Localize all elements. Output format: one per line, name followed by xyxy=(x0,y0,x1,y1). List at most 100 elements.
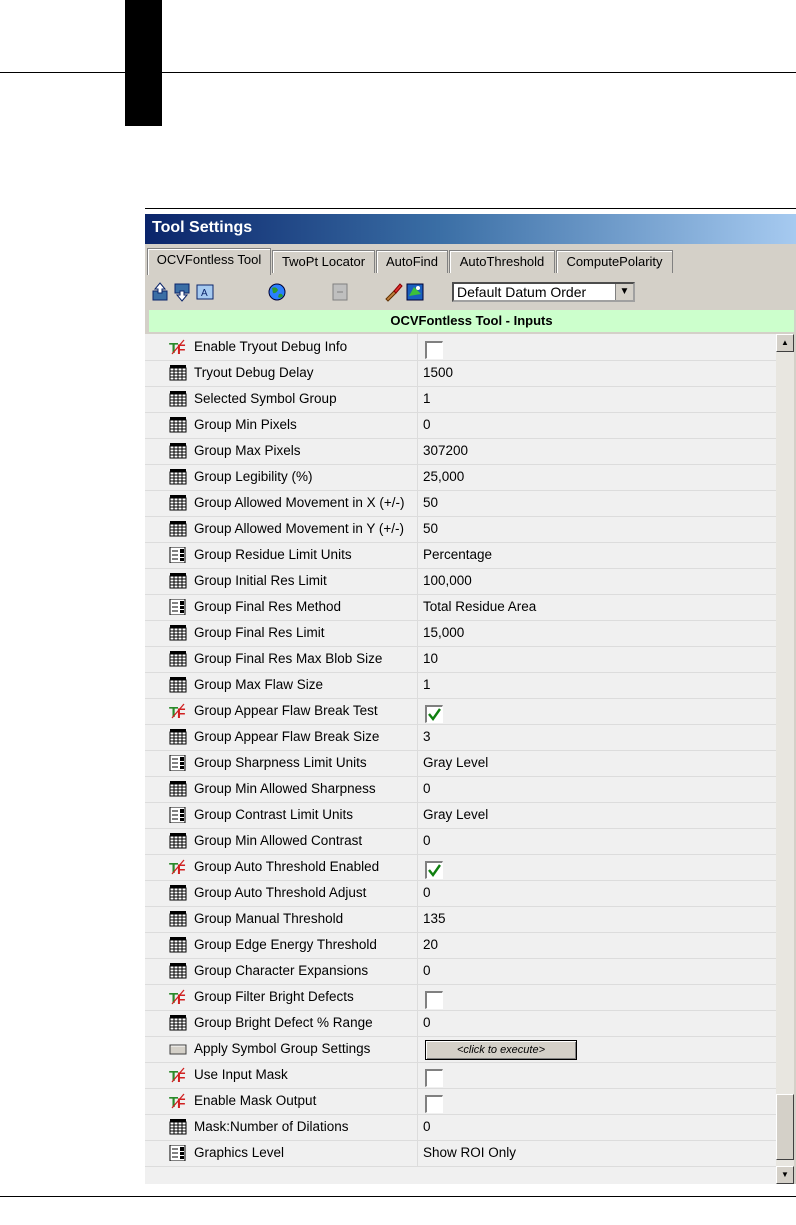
property-row[interactable]: T F Enable Mask Output xyxy=(145,1088,776,1115)
value-cell[interactable] xyxy=(418,672,776,699)
property-row[interactable]: Group Min Allowed Sharpness 0 xyxy=(145,776,776,803)
property-row[interactable]: Group Initial Res Limit 100,000 xyxy=(145,568,776,595)
property-row[interactable]: T F Enable Tryout Debug Info xyxy=(145,334,776,361)
tab-twopt-locator[interactable]: TwoPt Locator xyxy=(272,250,375,273)
move-down-button[interactable] xyxy=(173,282,193,302)
property-row[interactable]: Group Residue Limit Units Percentage xyxy=(145,542,776,569)
property-value[interactable]: Gray Level xyxy=(423,755,488,770)
property-row[interactable]: T F Group Filter Bright Defects xyxy=(145,984,776,1011)
property-value[interactable]: Gray Level xyxy=(423,807,488,822)
property-value[interactable]: 1500 xyxy=(423,365,453,380)
property-row[interactable]: Group Legibility (%) 25,000 xyxy=(145,464,776,491)
property-row[interactable]: Graphics Level Show ROI Only xyxy=(145,1140,776,1167)
value-cell[interactable] xyxy=(418,932,776,959)
property-value[interactable]: 50 xyxy=(423,495,438,510)
property-checkbox[interactable] xyxy=(425,1069,443,1087)
property-row[interactable]: Group Sharpness Limit Units Gray Level xyxy=(145,750,776,777)
property-value[interactable]: 307200 xyxy=(423,443,468,458)
property-row[interactable]: Group Allowed Movement in X (+/-) 50 xyxy=(145,490,776,517)
text-format-button[interactable]: A xyxy=(195,282,215,302)
value-cell[interactable] xyxy=(418,854,776,881)
color-fill-button[interactable] xyxy=(405,282,425,302)
property-value[interactable]: Show ROI Only xyxy=(423,1145,516,1160)
value-cell[interactable] xyxy=(418,1088,776,1115)
property-value[interactable]: Percentage xyxy=(423,547,492,562)
property-row[interactable]: Mask:Number of Dilations 0 xyxy=(145,1114,776,1141)
property-row[interactable]: Group Max Flaw Size 1 xyxy=(145,672,776,699)
property-value[interactable]: 1 xyxy=(423,677,431,692)
property-row[interactable]: Group Contrast Limit Units Gray Level xyxy=(145,802,776,829)
property-row[interactable]: Tryout Debug Delay 1500 xyxy=(145,360,776,387)
value-cell[interactable] xyxy=(418,906,776,933)
property-value[interactable]: Total Residue Area xyxy=(423,599,536,614)
property-row[interactable]: Group Character Expansions 0 xyxy=(145,958,776,985)
property-value[interactable]: 0 xyxy=(423,833,431,848)
datum-order-select[interactable]: Default Datum Order ▼ xyxy=(452,282,635,302)
property-value[interactable]: 50 xyxy=(423,521,438,536)
value-cell[interactable] xyxy=(418,776,776,803)
tab-autothreshold[interactable]: AutoThreshold xyxy=(449,250,555,273)
property-row[interactable]: Group Final Res Method Total Residue Area xyxy=(145,594,776,621)
property-value[interactable]: 15,000 xyxy=(423,625,464,640)
value-cell[interactable] xyxy=(418,958,776,985)
move-up-button[interactable] xyxy=(151,282,171,302)
value-cell[interactable] xyxy=(418,1062,776,1089)
globe-button[interactable] xyxy=(267,282,287,302)
scroll-thumb[interactable] xyxy=(776,1094,794,1160)
property-checkbox[interactable] xyxy=(425,861,443,879)
property-row[interactable]: Group Allowed Movement in Y (+/-) 50 xyxy=(145,516,776,543)
property-row[interactable]: T F Group Appear Flaw Break Test xyxy=(145,698,776,725)
property-row[interactable]: Group Min Pixels 0 xyxy=(145,412,776,439)
property-value[interactable]: 0 xyxy=(423,1119,431,1134)
property-value[interactable]: 3 xyxy=(423,729,431,744)
property-checkbox[interactable] xyxy=(425,991,443,1009)
value-cell[interactable] xyxy=(418,490,776,517)
property-value[interactable]: 0 xyxy=(423,781,431,796)
property-checkbox[interactable] xyxy=(425,1095,443,1113)
property-value[interactable]: 25,000 xyxy=(423,469,464,484)
property-value[interactable]: 100,000 xyxy=(423,573,472,588)
property-value[interactable]: 135 xyxy=(423,911,446,926)
disabled-button[interactable] xyxy=(330,282,350,302)
value-cell[interactable] xyxy=(418,828,776,855)
scroll-down-button[interactable]: ▼ xyxy=(776,1166,794,1184)
property-value[interactable]: 0 xyxy=(423,885,431,900)
property-value[interactable]: 0 xyxy=(423,417,431,432)
property-row[interactable]: T F Group Auto Threshold Enabled xyxy=(145,854,776,881)
property-row[interactable]: Group Max Pixels 307200 xyxy=(145,438,776,465)
value-cell[interactable] xyxy=(418,386,776,413)
property-row[interactable]: Group Min Allowed Contrast 0 xyxy=(145,828,776,855)
property-row[interactable]: Group Appear Flaw Break Size 3 xyxy=(145,724,776,751)
tab-autofind[interactable]: AutoFind xyxy=(376,250,448,273)
scroll-up-button[interactable]: ▲ xyxy=(776,334,794,352)
value-cell[interactable] xyxy=(418,698,776,725)
value-cell[interactable] xyxy=(418,516,776,543)
execute-button[interactable]: <click to execute> xyxy=(425,1040,577,1060)
value-cell[interactable] xyxy=(418,620,776,647)
tab-ocvfontless-tool[interactable]: OCVFontless Tool xyxy=(147,248,271,275)
property-row[interactable]: T F Use Input Mask xyxy=(145,1062,776,1089)
property-row[interactable]: Group Final Res Max Blob Size 10 xyxy=(145,646,776,673)
value-cell[interactable] xyxy=(418,438,776,465)
property-row[interactable]: Group Auto Threshold Adjust 0 xyxy=(145,880,776,907)
property-value[interactable]: 0 xyxy=(423,1015,431,1030)
property-row[interactable]: Apply Symbol Group Settings <click to exe… xyxy=(145,1036,776,1063)
tab-computepolarity[interactable]: ComputePolarity xyxy=(556,250,673,273)
property-value[interactable]: 1 xyxy=(423,391,431,406)
property-row[interactable]: Group Manual Threshold 135 xyxy=(145,906,776,933)
property-value[interactable]: 0 xyxy=(423,963,431,978)
paint-button[interactable] xyxy=(383,282,403,302)
value-cell[interactable] xyxy=(418,880,776,907)
value-cell[interactable] xyxy=(418,464,776,491)
value-cell[interactable] xyxy=(418,984,776,1011)
property-row[interactable]: Group Bright Defect % Range 0 xyxy=(145,1010,776,1037)
value-cell[interactable] xyxy=(418,360,776,387)
value-cell[interactable] xyxy=(418,646,776,673)
property-row[interactable]: Group Final Res Limit 15,000 xyxy=(145,620,776,647)
property-row[interactable]: Selected Symbol Group 1 xyxy=(145,386,776,413)
value-cell[interactable] xyxy=(418,334,776,361)
value-cell[interactable] xyxy=(418,412,776,439)
property-value[interactable]: 10 xyxy=(423,651,438,666)
property-value[interactable]: 20 xyxy=(423,937,438,952)
value-cell[interactable] xyxy=(418,1114,776,1141)
